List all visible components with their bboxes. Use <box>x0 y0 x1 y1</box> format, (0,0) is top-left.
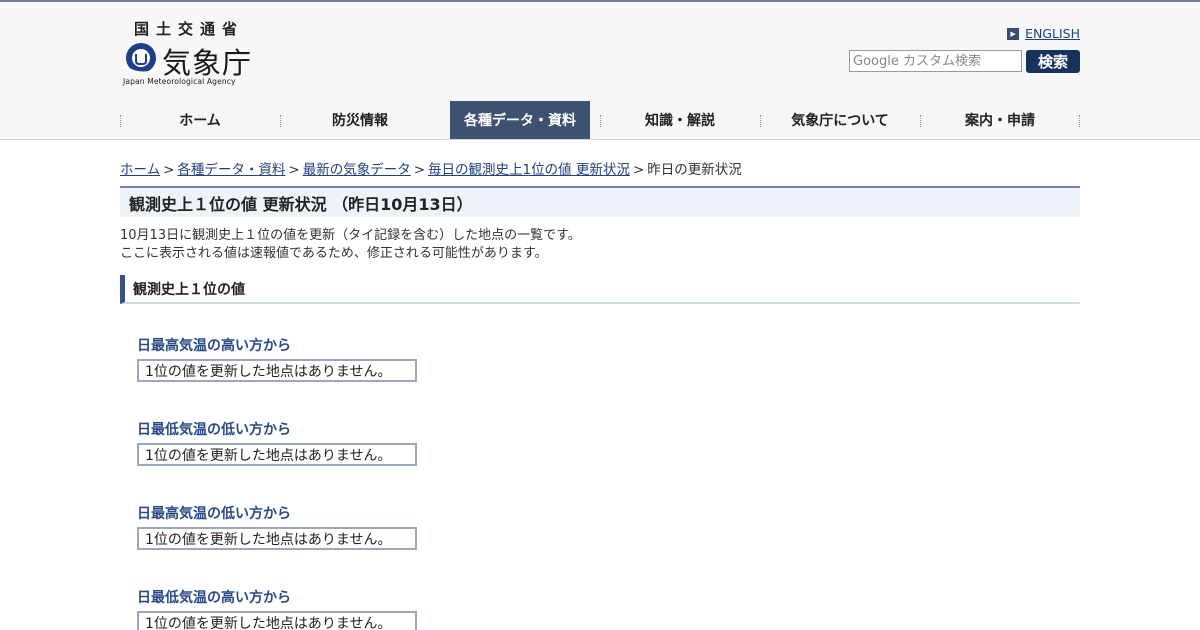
breadcrumb-link-home[interactable]: ホーム <box>120 162 160 178</box>
nav-item-about[interactable]: 気象庁について <box>760 101 920 139</box>
nav-item-home[interactable]: ホーム <box>120 101 280 139</box>
record-block: 日最高気温の低い方から 1位の値を更新した地点はありません。 <box>137 503 1080 550</box>
section-heading: 観測史上１位の値 <box>120 275 1080 304</box>
record-block-message: 1位の値を更新した地点はありません。 <box>137 527 417 550</box>
search-input[interactable] <box>849 50 1022 72</box>
breadcrumb-link-latest[interactable]: 最新の気象データ <box>303 162 411 178</box>
record-block-message: 1位の値を更新した地点はありません。 <box>137 611 417 630</box>
description-line: ここに表示される値は速報値であるため、修正される可能性があります。 <box>120 246 548 261</box>
english-link[interactable]: ENGLISH <box>1025 26 1080 41</box>
nav-item-guide[interactable]: 案内・申請 <box>920 101 1080 139</box>
record-block: 日最低気温の高い方から 1位の値を更新した地点はありません。 <box>137 587 1080 630</box>
search-form: 検索 <box>849 50 1080 73</box>
jma-logo[interactable]: 国土交通省 気象庁 Japan Meteorological Agency <box>122 18 252 90</box>
ministry-name: 国土交通省 <box>134 20 245 38</box>
nav-item-knowledge[interactable]: 知識・解説 <box>600 101 760 139</box>
search-button[interactable]: 検索 <box>1026 50 1080 73</box>
record-block-title: 日最低気温の高い方から <box>137 590 291 606</box>
agency-name: 気象庁 <box>162 46 253 80</box>
record-block-title: 日最低気温の低い方から <box>137 422 291 438</box>
nav-item-disaster-info[interactable]: 防災情報 <box>280 101 440 139</box>
breadcrumb-link-data[interactable]: 各種データ・資料 <box>177 162 285 178</box>
description-line: 10月13日に観測史上１位の値を更新（タイ記録を含む）した地点の一覧です。 <box>120 228 581 243</box>
breadcrumb-link-daily-records[interactable]: 毎日の観測史上1位の値 更新状況 <box>428 162 630 178</box>
global-nav: ホーム 防災情報 各種データ・資料 知識・解説 気象庁について 案内・申請 <box>120 101 1080 139</box>
nav-item-data[interactable]: 各種データ・資料 <box>440 101 600 139</box>
english-link-wrap: ▶ ENGLISH <box>1007 26 1080 41</box>
record-block-title: 日最高気温の高い方から <box>137 338 291 354</box>
record-block: 日最低気温の低い方から 1位の値を更新した地点はありません。 <box>137 419 1080 466</box>
record-block-message: 1位の値を更新した地点はありません。 <box>137 443 417 466</box>
site-header: 国土交通省 気象庁 Japan Meteorological Agency ▶ … <box>0 2 1200 140</box>
page-description: 10月13日に観測史上１位の値を更新（タイ記録を含む）した地点の一覧です。 ここ… <box>120 227 1080 263</box>
page-title: 観測史上１位の値 更新状況 （昨日10月13日） <box>120 186 1080 217</box>
arrow-right-icon: ▶ <box>1007 27 1020 40</box>
record-block-title: 日最高気温の低い方から <box>137 506 291 522</box>
record-block: 日最高気温の高い方から 1位の値を更新した地点はありません。 <box>137 335 1080 382</box>
agency-name-english: Japan Meteorological Agency <box>123 77 236 86</box>
jma-logo-mark-icon <box>123 43 159 75</box>
main-content: ホーム > 各種データ・資料 > 最新の気象データ > 毎日の観測史上1位の値 更新状況 > 昨… <box>120 158 1080 630</box>
record-block-message: 1位の値を更新した地点はありません。 <box>137 359 417 382</box>
breadcrumb: ホーム > 各種データ・資料 > 最新の気象データ > 毎日の観測史上1位の値 更新状況 > 昨… <box>120 162 742 178</box>
breadcrumb-current: 昨日の更新状況 <box>647 162 742 178</box>
